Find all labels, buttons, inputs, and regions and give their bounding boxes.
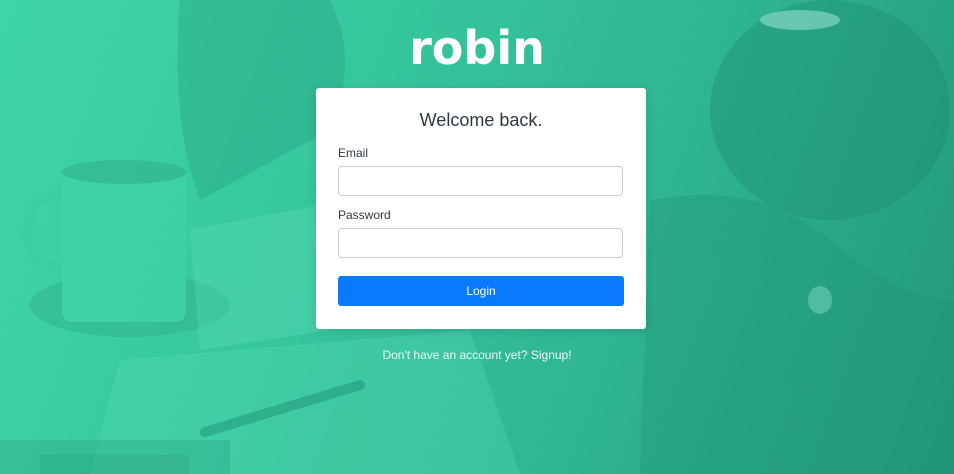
robin-logo: robin bbox=[409, 21, 545, 75]
signup-prompt-text: Don't have an account yet? bbox=[382, 348, 528, 362]
login-button[interactable]: Login bbox=[338, 276, 624, 306]
email-field[interactable] bbox=[338, 166, 623, 196]
welcome-heading: Welcome back. bbox=[419, 110, 543, 130]
signup-link[interactable]: Signup! bbox=[531, 348, 572, 362]
email-label: Email bbox=[338, 146, 369, 160]
login-page: robin Welcome back. Email Password Login… bbox=[0, 0, 954, 474]
login-card: Welcome back. Email Password Login bbox=[316, 88, 646, 329]
laptop-shape bbox=[0, 440, 230, 474]
password-label: Password bbox=[338, 208, 391, 222]
password-field[interactable] bbox=[338, 228, 623, 258]
signup-prompt: Don't have an account yet? Signup! bbox=[0, 348, 954, 362]
